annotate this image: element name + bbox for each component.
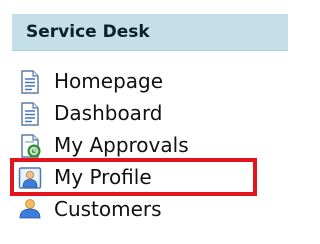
service-desk-nav: Homepage Dashboard My Approvals My Profi… <box>10 66 288 226</box>
nav-item-label: Customers <box>54 197 162 221</box>
section-header: Service Desk <box>12 14 288 51</box>
document-icon <box>21 102 39 126</box>
nav-item-label: My Profile <box>54 165 152 189</box>
nav-item-label: My Approvals <box>54 133 189 157</box>
document-icon <box>21 70 39 94</box>
approval-document-icon <box>21 134 41 158</box>
nav-item-label: Dashboard <box>54 101 163 125</box>
section-title: Service Desk <box>26 22 150 42</box>
nav-item-dashboard[interactable]: Dashboard <box>12 98 288 130</box>
customers-icon <box>19 199 41 219</box>
nav-item-my-approvals[interactable]: My Approvals <box>12 130 288 162</box>
nav-item-label: Homepage <box>54 69 164 93</box>
nav-item-homepage[interactable]: Homepage <box>12 66 288 98</box>
user-profile-icon <box>18 167 42 189</box>
nav-item-my-profile[interactable]: My Profile <box>10 158 288 196</box>
nav-item-customers[interactable]: Customers <box>12 194 288 226</box>
